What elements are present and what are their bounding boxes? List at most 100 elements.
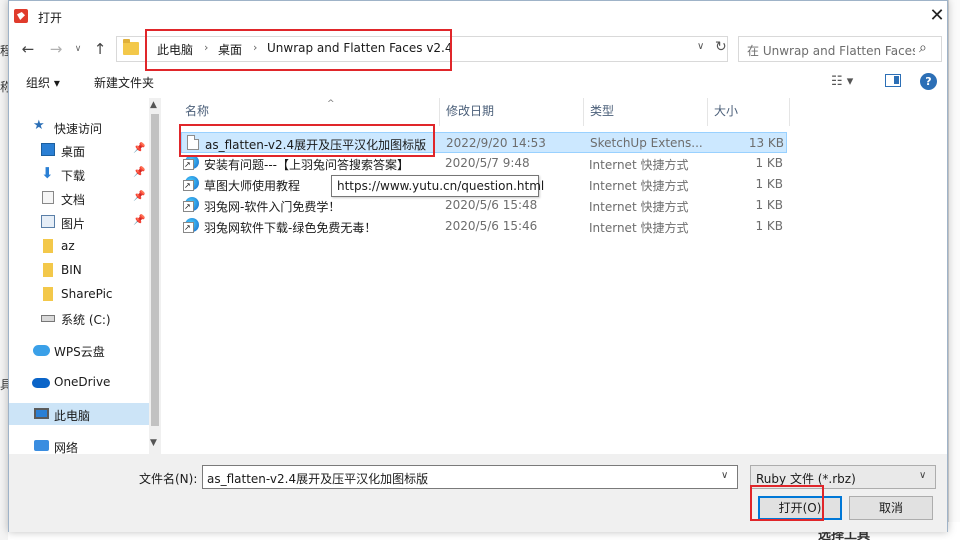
- sketchup-app-icon: [14, 9, 28, 23]
- sidebar-item-this-pc[interactable]: 此电脑: [9, 403, 149, 425]
- pin-icon: 📌: [133, 167, 146, 178]
- column-header-date[interactable]: 修改日期: [446, 102, 494, 126]
- sidebar-scrollbar[interactable]: ▲ ▼: [149, 98, 161, 454]
- sidebar-item-label: 桌面: [61, 145, 86, 159]
- scroll-down-icon[interactable]: ▼: [150, 438, 157, 448]
- sidebar-item-pictures[interactable]: 图片 📌: [9, 211, 149, 233]
- file-size: 1 KB: [755, 156, 783, 170]
- internet-shortcut-icon: [183, 197, 199, 212]
- chevron-down-icon: ∨: [919, 470, 927, 481]
- navigation-pane: ★ 快速访问 桌面 📌 ⬇ 下载 📌 文档 📌 图片 📌 az BIN Shar…: [9, 98, 161, 455]
- column-divider[interactable]: [583, 98, 584, 126]
- table-row[interactable]: 羽兔网-软件入门免费学！ 2020/5/6 15:48 Internet 快捷方…: [181, 195, 787, 216]
- column-divider[interactable]: [707, 98, 708, 126]
- sidebar-item-label: 此电脑: [54, 409, 91, 423]
- column-divider[interactable]: [789, 98, 790, 126]
- refresh-icon[interactable]: ↻: [715, 39, 727, 55]
- sidebar-item-documents[interactable]: 文档 📌: [9, 187, 149, 209]
- internet-shortcut-icon: [183, 155, 199, 170]
- table-row[interactable]: 羽兔网软件下载-绿色免费无毒！ 2020/5/6 15:46 Internet …: [181, 216, 787, 237]
- preview-pane-icon[interactable]: [885, 74, 901, 87]
- annotation-box-address: [145, 29, 452, 71]
- folder-icon: [43, 263, 53, 277]
- sidebar-item-label: 图片: [61, 217, 86, 231]
- sort-ascending-icon: ^: [327, 99, 335, 109]
- file-size: 13 KB: [748, 136, 784, 150]
- scroll-up-icon[interactable]: ▲: [150, 100, 157, 110]
- help-icon[interactable]: ?: [920, 73, 937, 90]
- annotation-box-open-button: [750, 485, 824, 521]
- sidebar-item-label: OneDrive: [54, 375, 111, 389]
- close-icon[interactable]: ✕: [927, 5, 947, 27]
- file-type: Internet 快捷方式: [589, 221, 689, 235]
- computer-icon: [34, 408, 49, 419]
- dialog-title: 打开: [38, 11, 63, 25]
- file-date: 2020/5/6 15:48: [445, 198, 538, 212]
- sidebar-item-label: 文档: [61, 193, 86, 207]
- chevron-down-icon[interactable]: ∨: [721, 470, 728, 481]
- download-icon: ⬇: [41, 164, 54, 182]
- sidebar-item-bin[interactable]: BIN: [9, 259, 149, 281]
- file-size: 1 KB: [755, 219, 783, 233]
- star-icon: ★: [33, 118, 45, 133]
- internet-shortcut-icon: [183, 218, 199, 233]
- cloud-icon: [33, 345, 50, 356]
- document-icon: [42, 191, 54, 204]
- organize-button[interactable]: 组织 ▾: [26, 74, 60, 91]
- file-date: 2022/9/20 14:53: [446, 136, 546, 150]
- back-arrow-icon[interactable]: ←: [19, 39, 37, 59]
- sidebar-item-label: SharePic: [61, 287, 113, 301]
- file-type: SketchUp Extens...: [590, 136, 703, 150]
- column-divider[interactable]: [439, 98, 440, 126]
- recent-locations-chevron-icon[interactable]: ∨: [69, 39, 87, 59]
- file-type: Internet 快捷方式: [589, 200, 689, 214]
- sidebar-item-desktop[interactable]: 桌面 📌: [9, 139, 149, 161]
- sidebar-item-label: 快速访问: [54, 122, 103, 136]
- sidebar-item-system-drive[interactable]: 系统 (C:): [9, 307, 149, 329]
- new-folder-button[interactable]: 新建文件夹: [94, 74, 154, 91]
- address-dropdown-icon[interactable]: ∨: [697, 41, 704, 52]
- drive-icon: [41, 315, 55, 322]
- search-icon[interactable]: ⌕: [919, 40, 927, 56]
- title-bar: 打开 ✕: [9, 1, 947, 32]
- cancel-button[interactable]: 取消: [849, 496, 933, 520]
- sidebar-item-az[interactable]: az: [9, 235, 149, 257]
- search-placeholder: 在 Unwrap and Flatten Faces v2.4 中搜索: [747, 44, 915, 58]
- annotation-box-selected-file: [179, 124, 435, 157]
- filename-label: 文件名(N):: [139, 472, 198, 486]
- sidebar-item-label: WPS云盘: [54, 345, 105, 359]
- file-type: Internet 快捷方式: [589, 158, 689, 172]
- sidebar-item-sharepic[interactable]: SharePic: [9, 283, 149, 305]
- sidebar-item-wps-cloud[interactable]: WPS云盘: [9, 339, 149, 361]
- file-size: 1 KB: [755, 198, 783, 212]
- view-options-icon[interactable]: ☷ ▾: [831, 74, 853, 89]
- folder-icon: [43, 239, 53, 253]
- command-bar: 组织 ▾ 新建文件夹 ☷ ▾ ?: [9, 67, 947, 97]
- pin-icon: 📌: [133, 191, 146, 202]
- file-name: 安装有问题---【上羽兔问答搜索答案】: [204, 158, 409, 172]
- search-input[interactable]: 在 Unwrap and Flatten Faces v2.4 中搜索 ⌕: [738, 36, 942, 62]
- sidebar-item-quick-access[interactable]: ★ 快速访问: [9, 116, 149, 138]
- open-file-dialog: 打开 ✕ ← → ∨ ↑ 此电脑 › 桌面 › Unwrap and Flatt…: [8, 0, 948, 532]
- file-type: Internet 快捷方式: [589, 179, 689, 193]
- hover-tooltip: https://www.yutu.cn/question.html: [331, 175, 544, 197]
- column-header-name[interactable]: 名称 ^: [185, 99, 335, 126]
- filename-value: as_flatten-v2.4展开及压平汉化加图标版: [207, 472, 429, 486]
- sidebar-item-downloads[interactable]: ⬇ 下载 📌: [9, 163, 149, 185]
- folder-icon: [123, 39, 139, 55]
- pin-icon: 📌: [133, 143, 146, 154]
- sidebar-item-label: BIN: [61, 263, 82, 277]
- folder-icon: [43, 287, 53, 301]
- background-app-right: [948, 0, 960, 540]
- column-header-size[interactable]: 大小: [714, 102, 738, 126]
- column-header-type[interactable]: 类型: [590, 102, 614, 126]
- filename-input[interactable]: as_flatten-v2.4展开及压平汉化加图标版 ∨: [202, 465, 738, 489]
- sidebar-item-onedrive[interactable]: OneDrive: [9, 371, 149, 393]
- scrollbar-thumb[interactable]: [151, 114, 159, 426]
- up-arrow-icon[interactable]: ↑: [91, 39, 109, 59]
- file-date: 2020/5/6 15:46: [445, 219, 538, 233]
- forward-arrow-icon[interactable]: →: [47, 39, 65, 59]
- file-name: 羽兔网-软件入门免费学！: [204, 200, 341, 214]
- file-date: 2020/5/7 9:48: [445, 156, 530, 170]
- onedrive-icon: [32, 378, 50, 388]
